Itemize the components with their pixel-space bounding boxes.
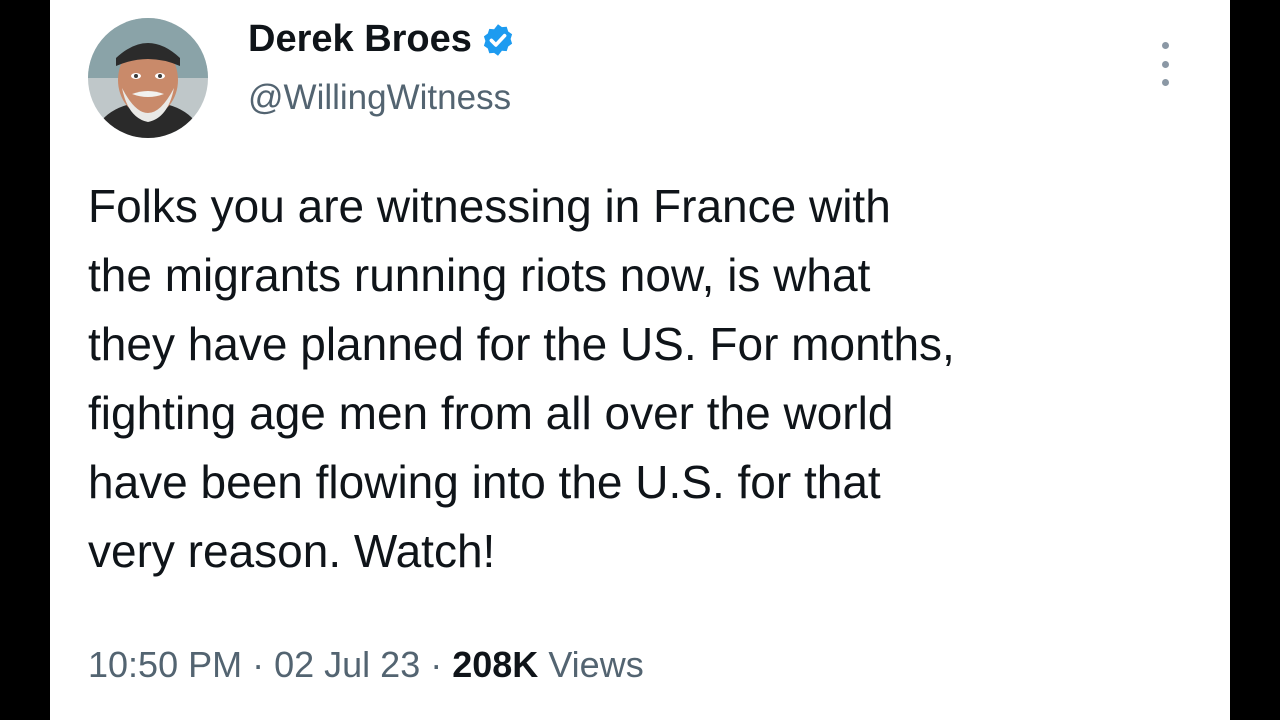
tweet-meta: 10:50 PM · 02 Jul 23 · 208K Views	[88, 644, 644, 686]
tweet-text-line: Folks you are witnessing in France with	[88, 180, 891, 232]
author-display-name[interactable]: Derek Broes	[248, 18, 472, 61]
verified-badge-icon[interactable]	[480, 22, 516, 58]
tweet-text-line: fighting age men from all over the world	[88, 387, 894, 439]
tweet-text-line: have been flowing into the U.S. for that	[88, 456, 881, 508]
meta-separator: ·	[252, 644, 275, 685]
views-count[interactable]: 208K	[452, 644, 538, 685]
tweet-card: Derek Broes @WillingWitness Folks you ar…	[50, 0, 1230, 720]
tweet-date[interactable]: 02 Jul 23	[274, 644, 420, 685]
meta-separator: ·	[430, 644, 453, 685]
views-label: Views	[548, 644, 644, 685]
more-vertical-icon	[1161, 42, 1169, 49]
avatar-portrait-icon	[88, 18, 208, 138]
avatar[interactable]	[88, 18, 208, 138]
more-vertical-icon-dot	[1161, 60, 1169, 68]
more-vertical-icon-dot	[1161, 79, 1169, 86]
author-name[interactable]: Derek Broes	[248, 18, 516, 61]
tweet-time[interactable]: 10:50 PM	[88, 644, 242, 685]
tweet-text-line: the migrants running riots now, is what	[88, 249, 871, 301]
more-options-button[interactable]	[1150, 38, 1180, 90]
author-handle[interactable]: @WillingWitness	[248, 78, 511, 118]
tweet-text: Folks you are witnessing in France with …	[88, 172, 1208, 586]
tweet-text-line: very reason. Watch!	[88, 525, 496, 577]
tweet-text-line: they have planned for the US. For months…	[88, 318, 955, 370]
